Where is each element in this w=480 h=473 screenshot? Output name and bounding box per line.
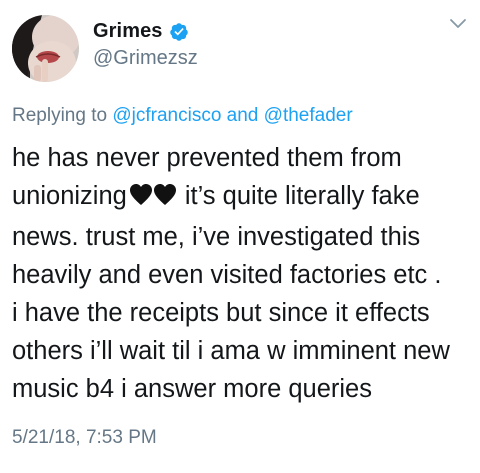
- tweet-line: others i’ll wait til i ama w imminent ne…: [12, 337, 450, 365]
- user-handle[interactable]: @Grimezsz: [93, 47, 198, 70]
- avatar-image: [12, 14, 79, 82]
- reply-connector: and: [226, 105, 259, 126]
- tweet-timestamp[interactable]: 5/21/18, 7:53 PM: [12, 427, 468, 449]
- tweet-line-segment: unionizing: [12, 182, 127, 210]
- black-heart-icon: [129, 180, 177, 218]
- replying-to-line: Replying to @jcfrancisco and @thefader: [12, 105, 468, 127]
- name-row: Grimes: [93, 20, 198, 43]
- avatar[interactable]: [12, 14, 79, 82]
- tweet-text: he has never prevented them from unioniz…: [12, 139, 472, 408]
- tweet-line: he has never prevented them from: [12, 144, 402, 172]
- user-names: Grimes @Grimezsz: [93, 20, 198, 70]
- mention-jcfrancisco[interactable]: @jcfrancisco: [112, 105, 221, 126]
- chevron-down-icon[interactable]: [448, 14, 468, 34]
- verified-badge-icon: [169, 22, 189, 42]
- replying-to-label: Replying to: [12, 105, 108, 126]
- tweet-line-with-emoji: unionizing it’s quite literally fake: [12, 177, 472, 218]
- tweet-line-segment: it’s quite literally fake: [184, 182, 420, 210]
- tweet-header: Grimes @Grimezsz: [12, 10, 468, 86]
- tweet-line: news. trust me, i’ve investigated this: [12, 223, 421, 251]
- tweet-line: heavily and even visited factories etc .: [12, 261, 442, 289]
- display-name[interactable]: Grimes: [93, 20, 163, 43]
- tweet-card: Grimes @Grimezsz Replying to @jcfrancisc…: [0, 0, 480, 473]
- tweet-line: music b4 i answer more queries: [12, 375, 372, 403]
- tweet-line: i have the receipts but since it effects: [12, 299, 430, 327]
- mention-thefader[interactable]: @thefader: [264, 105, 353, 126]
